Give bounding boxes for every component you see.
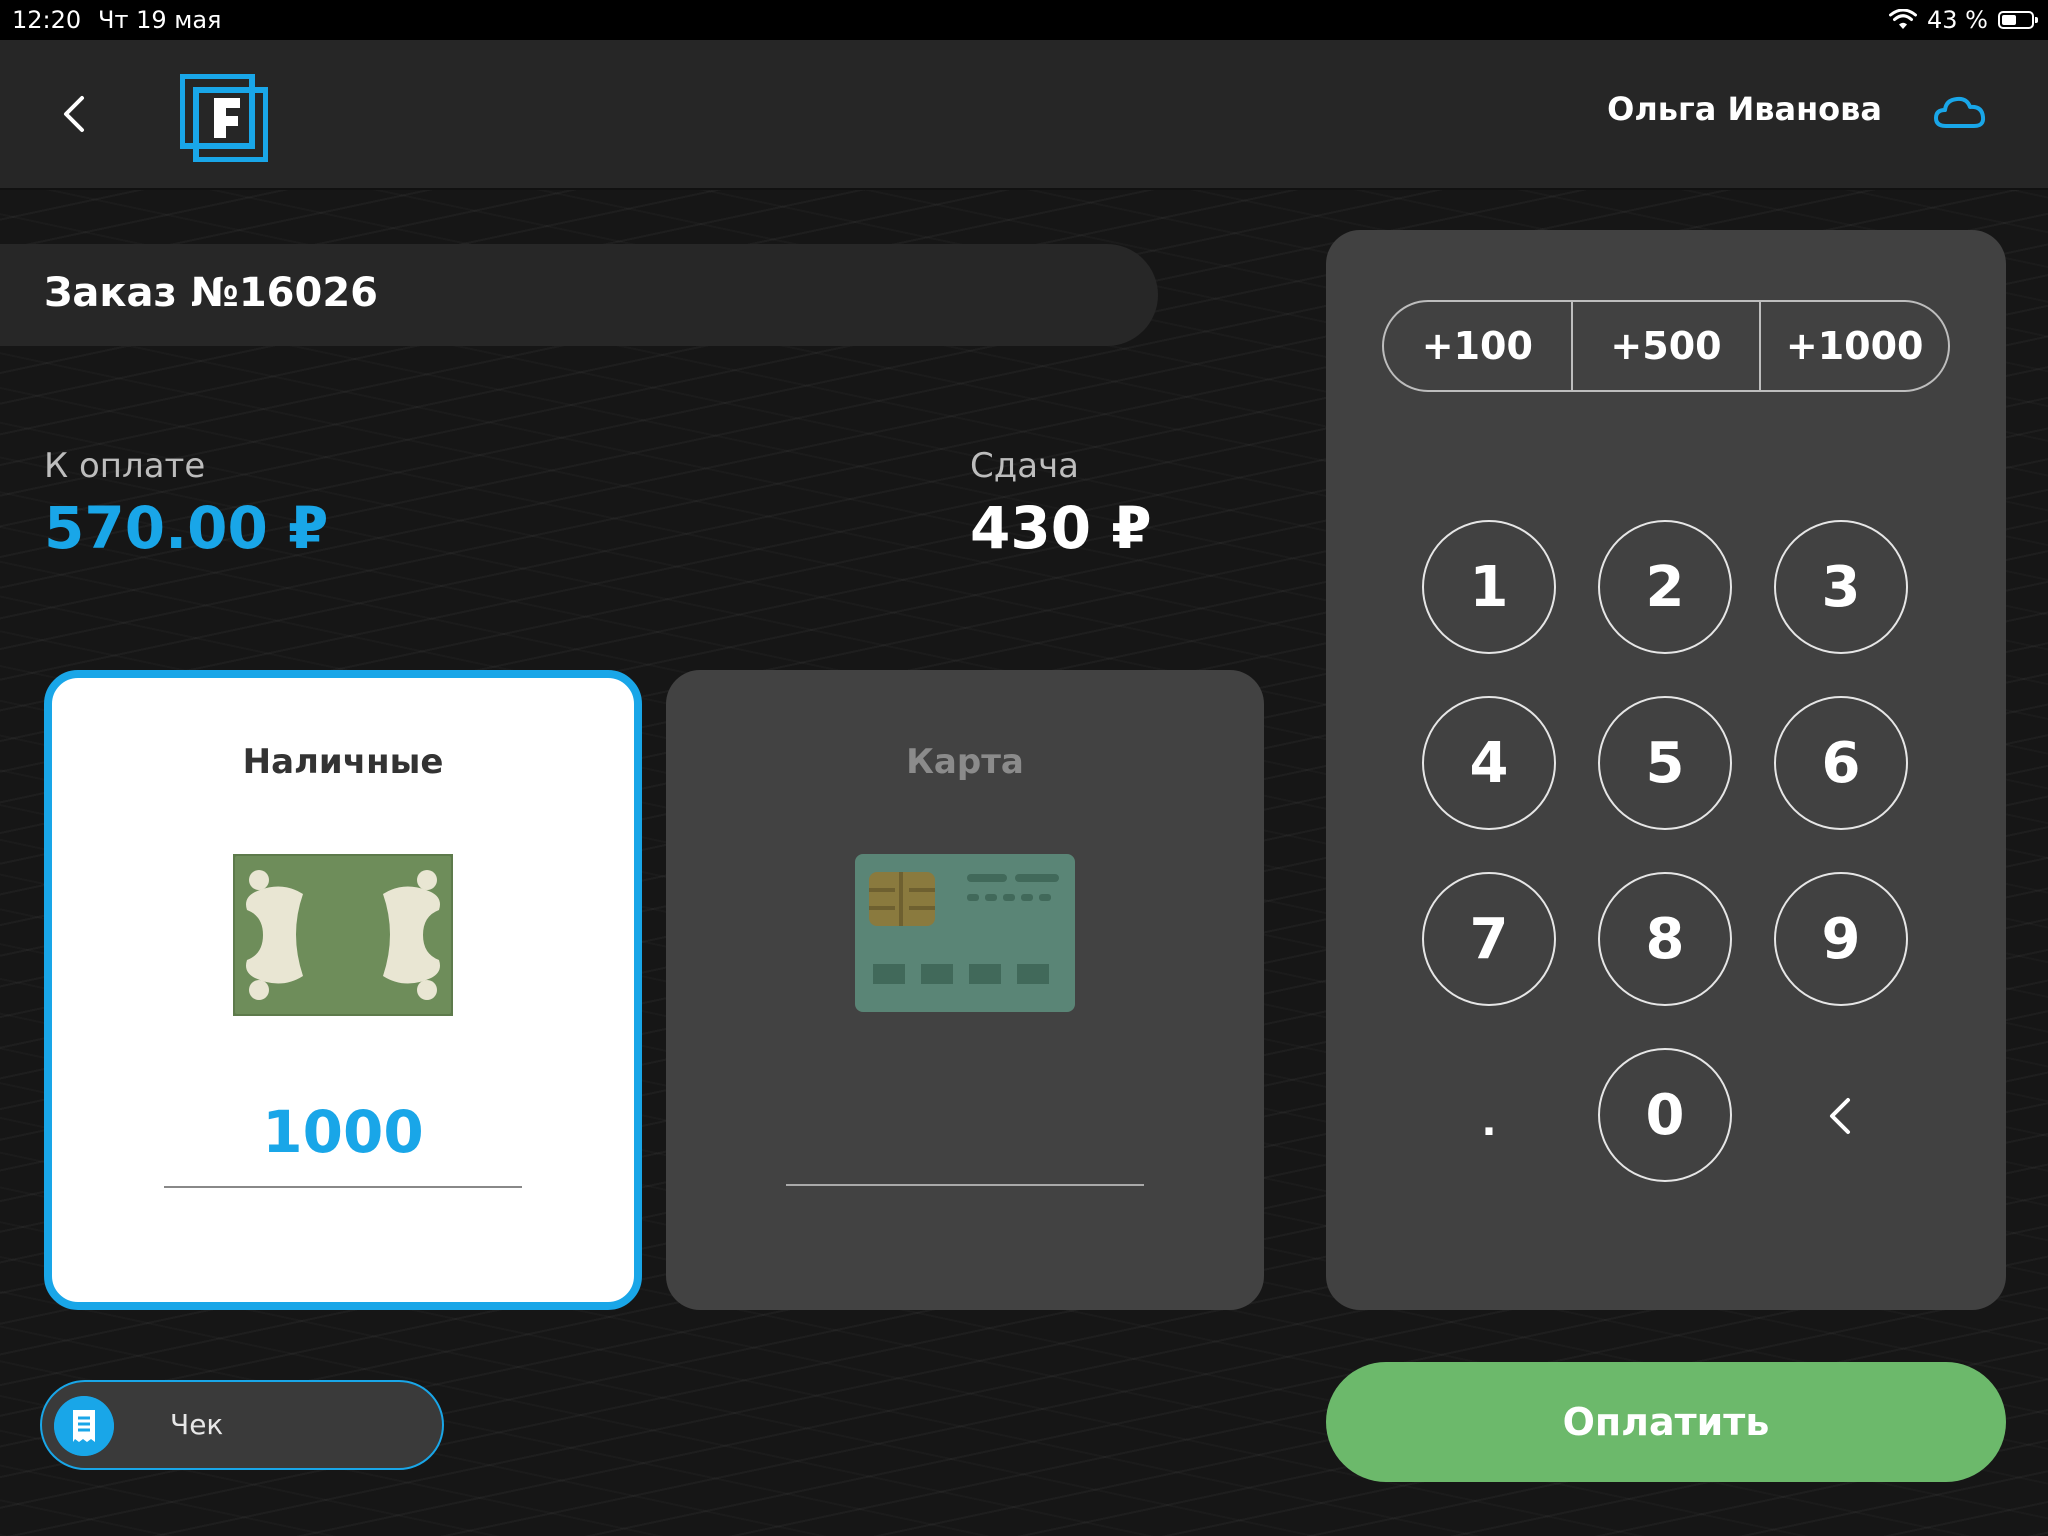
payment-method-cash[interactable]: Наличные 1000 <box>44 670 642 1310</box>
key-8[interactable]: 8 <box>1598 872 1732 1006</box>
key-0[interactable]: 0 <box>1598 1048 1732 1182</box>
card-input-underline <box>786 1184 1144 1186</box>
key-3[interactable]: 3 <box>1774 520 1908 654</box>
amount-due-value: 570.00 ₽ <box>44 494 329 562</box>
keypad-panel: +100 +500 +1000 1 2 3 4 5 6 7 8 9 . 0 <box>1326 230 2006 1310</box>
pay-button[interactable]: Оплатить <box>1326 1362 2006 1482</box>
change-value: 430 ₽ <box>970 494 1152 562</box>
key-5[interactable]: 5 <box>1598 696 1732 830</box>
key-7[interactable]: 7 <box>1422 872 1556 1006</box>
status-date: Чт 19 мая <box>98 6 222 34</box>
cash-input-underline <box>164 1186 522 1188</box>
cash-amount-input[interactable]: 1000 <box>52 1098 634 1166</box>
user-name[interactable]: Ольга Иванова <box>1607 90 1882 128</box>
credit-card-icon <box>855 854 1075 1012</box>
battery-percent: 43 % <box>1927 6 1988 34</box>
key-1[interactable]: 1 <box>1422 520 1556 654</box>
app-logo <box>180 74 268 162</box>
payment-method-card[interactable]: Карта <box>666 670 1264 1310</box>
order-title: Заказ №16026 <box>44 270 379 316</box>
key-4[interactable]: 4 <box>1422 696 1556 830</box>
check-button[interactable]: Чек <box>40 1380 444 1470</box>
cash-bill-icon <box>233 854 453 1016</box>
key-6[interactable]: 6 <box>1774 696 1908 830</box>
status-time: 12:20 <box>12 6 82 34</box>
key-9[interactable]: 9 <box>1774 872 1908 1006</box>
back-arrow-icon[interactable] <box>52 90 100 138</box>
card-label: Карта <box>906 742 1024 782</box>
wifi-icon <box>1889 9 1918 29</box>
battery-icon <box>1998 11 2038 29</box>
status-bar: 12:20 Чт 19 мая 43 % <box>0 0 2048 40</box>
quick-add-1000-button[interactable]: +1000 <box>1759 302 1948 390</box>
quick-add-500-button[interactable]: +500 <box>1570 302 1760 390</box>
cash-label: Наличные <box>242 742 444 782</box>
quick-add-group: +100 +500 +1000 <box>1382 300 1950 392</box>
cloud-icon[interactable] <box>1932 92 1988 132</box>
change-label: Сдача <box>970 446 1080 486</box>
status-right: 43 % <box>1889 6 2038 34</box>
backspace-key-icon[interactable] <box>1818 1092 1866 1140</box>
quick-add-100-button[interactable]: +100 <box>1384 302 1571 390</box>
key-2[interactable]: 2 <box>1598 520 1732 654</box>
order-bar: Заказ №16026 <box>0 244 1158 346</box>
receipt-icon <box>54 1396 114 1456</box>
app-header: Ольга Иванова <box>0 40 2048 190</box>
amount-due-label: К оплате <box>44 446 206 486</box>
key-decimal[interactable]: . <box>1422 1048 1556 1182</box>
check-label: Чек <box>170 1408 224 1441</box>
